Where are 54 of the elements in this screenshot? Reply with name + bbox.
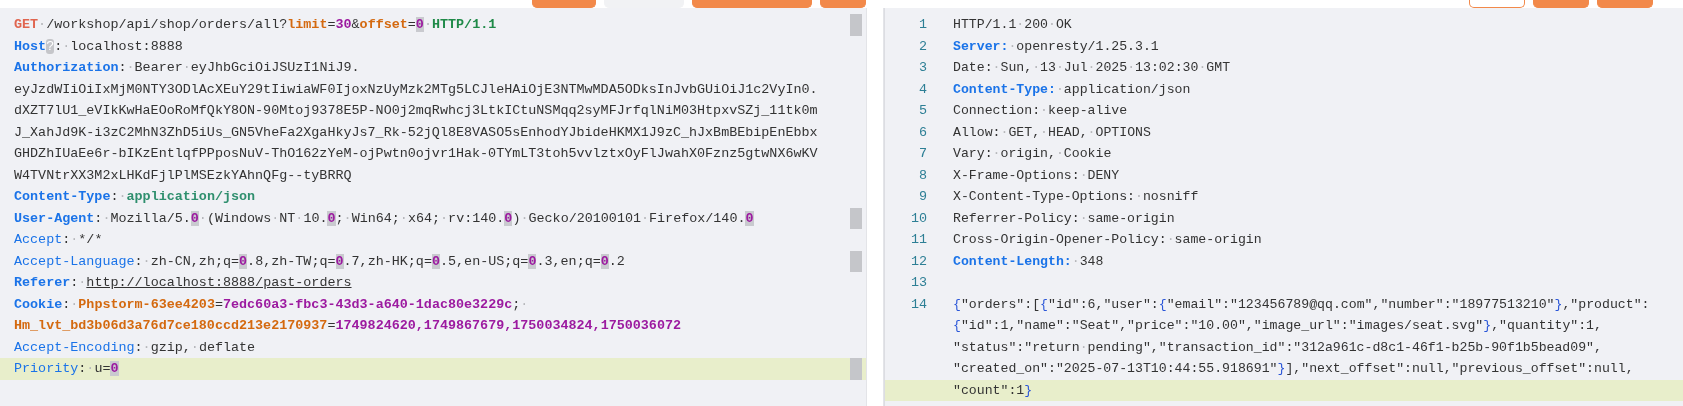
code-line: Content-Length:·348 [953,253,1105,269]
code-line: GHDZhIUaEe6r-bIKzEntlqfPPposNuV-ThO162zYeM-ojPwtn0ojvr1Hak-0TYmLT3toh5vvlztxOyFlJwahX0Fznz5gtwNX6wKV [13,146,819,162]
code-line: User-Agent:·Mozilla/5.0·(Windows·NT·10.0;·Win64;·x64;·rv:140.0)·Gecko/20100101·Firefox/140.0 [13,210,755,226]
code-line: {"id":1,"name":"Seat","price":"10.00","image_url":"images/seat.svg"},"quantity":1, [953,318,1603,334]
toolbar-button[interactable] [1533,0,1589,8]
code-line: Content-Type:·application/json [13,189,257,205]
code-line: HTTP/1.1·200·OK [953,17,1073,33]
code-line: {"orders":[{"id":6,"user":{"email":"123456789@qq.com","number":"18977513210"},"product": [953,296,1651,312]
toolbar-button[interactable] [1469,0,1525,8]
code-line: GET·/workshop/api/shop/orders/all?limit=30&offset=0·HTTP/1.1 [13,17,498,33]
code-line: Allow:·GET,·HEAD,·OPTIONS [953,124,1152,140]
line-number: 12 [909,253,928,269]
code-line: "status":"return·pending","transaction_id":"312a961c-d8c1-46f1-b25b-90f1b5bead09", [953,339,1603,355]
code-line: Accept-Encoding:·gzip,·deflate [13,339,257,355]
line-number: 7 [917,146,928,162]
line-number: 8 [917,167,928,183]
code-line: Vary:·origin,·Cookie [953,146,1113,162]
code-line: Server:·openresty/1.25.3.1 [953,38,1160,54]
code-line: Host?:·localhost:8888 [13,38,184,54]
code-line: Date:·Sun,·13·Jul·2025·13:02:30·GMT [953,60,1232,76]
code-line: X-Frame-Options:·DENY [953,167,1121,183]
code-line: X-Content-Type-Options:·nosniff [953,189,1200,205]
line-number: 11 [909,232,928,248]
code-line: dXZT7lU1_eVIkKwHaEOoRoMfQkY8ON-90Mtoj9378E5P-NO0j2mqRwhcj3LtkICtuNSMqq2syMFJrfqlNiM03HtpxvSZj_11tk0m [13,103,819,119]
code-line: Authorization:·Bearer·eyJhbGciOiJSUzI1NiJ9. [13,60,361,76]
code-line: "count":1} [953,382,1034,398]
line-number: 9 [917,189,928,205]
code-line: Content-Type:·application/json [953,81,1192,97]
line-number: 10 [909,210,928,226]
code-line: W4TVNtrXX3M2xLHKdFjlPlMSEzkYAhnQFg--tyBRRQ [13,167,353,183]
code-line: Accept-Language:·zh-CN,zh;q=0.8,zh-TW;q=0.7,zh-HK;q=0.5,en-US;q=0.3,en;q=0.2 [13,253,626,269]
code-line: "created_on":"2025-07-13T10:44:55.918691"}],"next_offset":null,"previous_offset":null, [953,361,1635,377]
line-number: 4 [917,81,928,97]
toolbar-button[interactable] [532,0,596,8]
line-number: 3 [917,60,928,76]
toolbar-button[interactable] [820,0,866,8]
line-number: 13 [909,275,928,291]
code-line: J_XahJd9K-i3zC2MhN3ZhD5iUs_GN5VheFa2XgaHkyJs7_Rk-52jQl8E8VASO5sEnhodYJbideHKMX1J9zC_hJxBmBEbipEnEbbx [13,124,819,140]
line-number: 14 [909,296,928,312]
code-line: Referrer-Policy:·same-origin [953,210,1176,226]
toolbar-button[interactable] [692,0,812,8]
code-line: Hm_lvt_bd3b06d3a76d7ce180ccd213e2170937=1749824620,1749867679,1750034824,1750036072 [13,318,682,334]
code-line: Priority:·u=0 [13,361,120,377]
toolbar-button[interactable] [1597,0,1653,8]
code-line: Accept:·*/* [13,232,104,248]
code-line: Referer:·http://localhost:8888/past-orders [13,275,353,291]
code-line: Connection:·keep-alive [953,103,1129,119]
line-number: 2 [917,38,928,54]
line-number: 6 [917,124,928,140]
code-line: Cross-Origin-Opener-Policy:·same-origin [953,232,1263,248]
line-number: 5 [917,103,928,119]
code-line: Cookie:·Phpstorm-63ee4203=7edc60a3-fbc3-43d3-a640-1dac80e3229c;· [13,296,530,312]
line-number: 1 [917,17,928,33]
code-line: eyJzdWIiOiIxMjM0NTY3ODlAcXEuY29tIiwiaWF0IjoxNzUyMzk2MTg5LCJleHAiOjE3NTMwMDA5ODksInJvbGUiOiJ1c2VyIn0. [13,81,819,97]
